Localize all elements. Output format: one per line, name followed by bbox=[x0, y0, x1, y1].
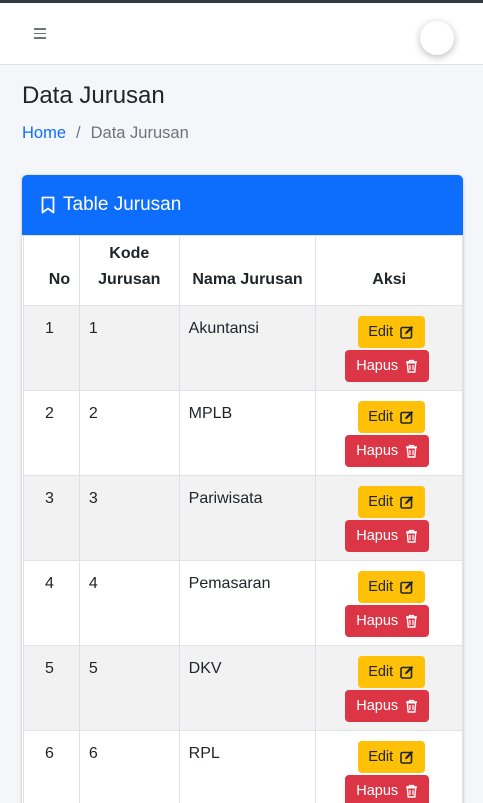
table-row: 3 3 Pariwisata Edit Hapus bbox=[23, 475, 463, 561]
cell-aksi: Edit Hapus bbox=[315, 730, 463, 803]
cell-aksi: Edit Hapus bbox=[315, 560, 463, 646]
edit-button-label: Edit bbox=[368, 579, 394, 595]
table-row: 5 5 DKV Edit Hapus bbox=[23, 645, 463, 731]
breadcrumb-home-link[interactable]: Home bbox=[22, 124, 66, 143]
user-avatar[interactable] bbox=[420, 21, 454, 55]
table-row: 6 6 RPL Edit Hapus bbox=[23, 730, 463, 803]
trash-icon bbox=[406, 614, 418, 628]
delete-button-label: Hapus bbox=[356, 613, 399, 629]
page-title: Data Jurusan bbox=[22, 82, 165, 109]
trash-icon bbox=[406, 529, 418, 543]
cell-kode: 6 bbox=[78, 730, 180, 803]
edit-button-label: Edit bbox=[368, 664, 394, 680]
header-kode-line1: Kode bbox=[109, 245, 150, 262]
cell-no: 2 bbox=[23, 390, 80, 476]
header-aksi: Aksi bbox=[315, 235, 463, 306]
table-row: 1 1 Akuntansi Edit Hapus bbox=[23, 305, 463, 391]
cell-aksi: Edit Hapus bbox=[315, 645, 463, 731]
edit-icon bbox=[400, 751, 414, 764]
trash-icon bbox=[406, 444, 418, 458]
cell-no: 3 bbox=[23, 475, 80, 561]
edit-button[interactable]: Edit bbox=[357, 401, 425, 433]
breadcrumb-separator: / bbox=[76, 124, 81, 142]
trash-icon bbox=[406, 359, 418, 373]
cell-nama: MPLB bbox=[178, 390, 317, 476]
bookmark-icon bbox=[41, 196, 55, 214]
cell-nama: RPL bbox=[178, 730, 317, 803]
edit-icon bbox=[400, 496, 414, 509]
cell-nama: Akuntansi bbox=[178, 305, 317, 391]
header-nama-jurusan: Nama Jurusan bbox=[178, 235, 317, 306]
header-no: No bbox=[23, 235, 80, 306]
trash-icon bbox=[406, 784, 418, 798]
edit-icon bbox=[400, 581, 414, 594]
card-header: Table Jurusan bbox=[22, 175, 463, 235]
cell-aksi: Edit Hapus bbox=[315, 390, 463, 476]
edit-icon bbox=[400, 411, 414, 424]
edit-icon bbox=[400, 326, 414, 339]
table-row: 2 2 MPLB Edit Hapus bbox=[23, 390, 463, 476]
edit-button[interactable]: Edit bbox=[357, 656, 425, 688]
cell-no: 5 bbox=[23, 645, 80, 731]
delete-button[interactable]: Hapus bbox=[345, 605, 430, 637]
cell-no: 6 bbox=[23, 730, 80, 803]
card-title: Table Jurusan bbox=[63, 194, 182, 215]
trash-icon bbox=[406, 699, 418, 713]
edit-button[interactable]: Edit bbox=[357, 316, 425, 348]
jurusan-table: No Kode Jurusan Nama Jurusan Aksi 1 1 Akun… bbox=[23, 235, 463, 803]
delete-button-label: Hapus bbox=[356, 698, 399, 714]
table-header-row: No Kode Jurusan Nama Jurusan Aksi bbox=[23, 235, 463, 306]
cell-kode: 4 bbox=[78, 560, 180, 646]
delete-button[interactable]: Hapus bbox=[345, 775, 430, 803]
delete-button-label: Hapus bbox=[356, 528, 399, 544]
delete-button[interactable]: Hapus bbox=[345, 520, 430, 552]
edit-button-label: Edit bbox=[368, 409, 394, 425]
delete-button-label: Hapus bbox=[356, 783, 399, 799]
edit-icon bbox=[400, 666, 414, 679]
breadcrumb: Home / Data Jurusan bbox=[22, 124, 189, 143]
table-row: 4 4 Pemasaran Edit Hapus bbox=[23, 560, 463, 646]
breadcrumb-current: Data Jurusan bbox=[90, 124, 189, 142]
edit-button[interactable]: Edit bbox=[357, 486, 425, 518]
jurusan-card: Table Jurusan No Kode Jurusan Nama Jurus… bbox=[22, 175, 463, 803]
cell-kode: 1 bbox=[78, 305, 180, 391]
cell-nama: DKV bbox=[178, 645, 317, 731]
hamburger-icon[interactable] bbox=[34, 28, 46, 39]
top-navbar bbox=[0, 3, 483, 65]
edit-button[interactable]: Edit bbox=[357, 741, 425, 773]
cell-kode: 2 bbox=[78, 390, 180, 476]
cell-aksi: Edit Hapus bbox=[315, 475, 463, 561]
edit-button-label: Edit bbox=[368, 749, 394, 765]
delete-button[interactable]: Hapus bbox=[345, 435, 430, 467]
edit-button[interactable]: Edit bbox=[357, 571, 425, 603]
header-kode-line2: Jurusan bbox=[98, 271, 161, 288]
delete-button[interactable]: Hapus bbox=[345, 690, 430, 722]
cell-no: 1 bbox=[23, 305, 80, 391]
header-kode-jurusan: Kode Jurusan bbox=[78, 235, 180, 306]
cell-aksi: Edit Hapus bbox=[315, 305, 463, 391]
cell-kode: 5 bbox=[78, 645, 180, 731]
delete-button-label: Hapus bbox=[356, 443, 399, 459]
delete-button[interactable]: Hapus bbox=[345, 350, 430, 382]
cell-nama: Pariwisata bbox=[178, 475, 317, 561]
edit-button-label: Edit bbox=[368, 324, 394, 340]
edit-button-label: Edit bbox=[368, 494, 394, 510]
cell-nama: Pemasaran bbox=[178, 560, 317, 646]
cell-kode: 3 bbox=[78, 475, 180, 561]
delete-button-label: Hapus bbox=[356, 358, 399, 374]
cell-no: 4 bbox=[23, 560, 80, 646]
